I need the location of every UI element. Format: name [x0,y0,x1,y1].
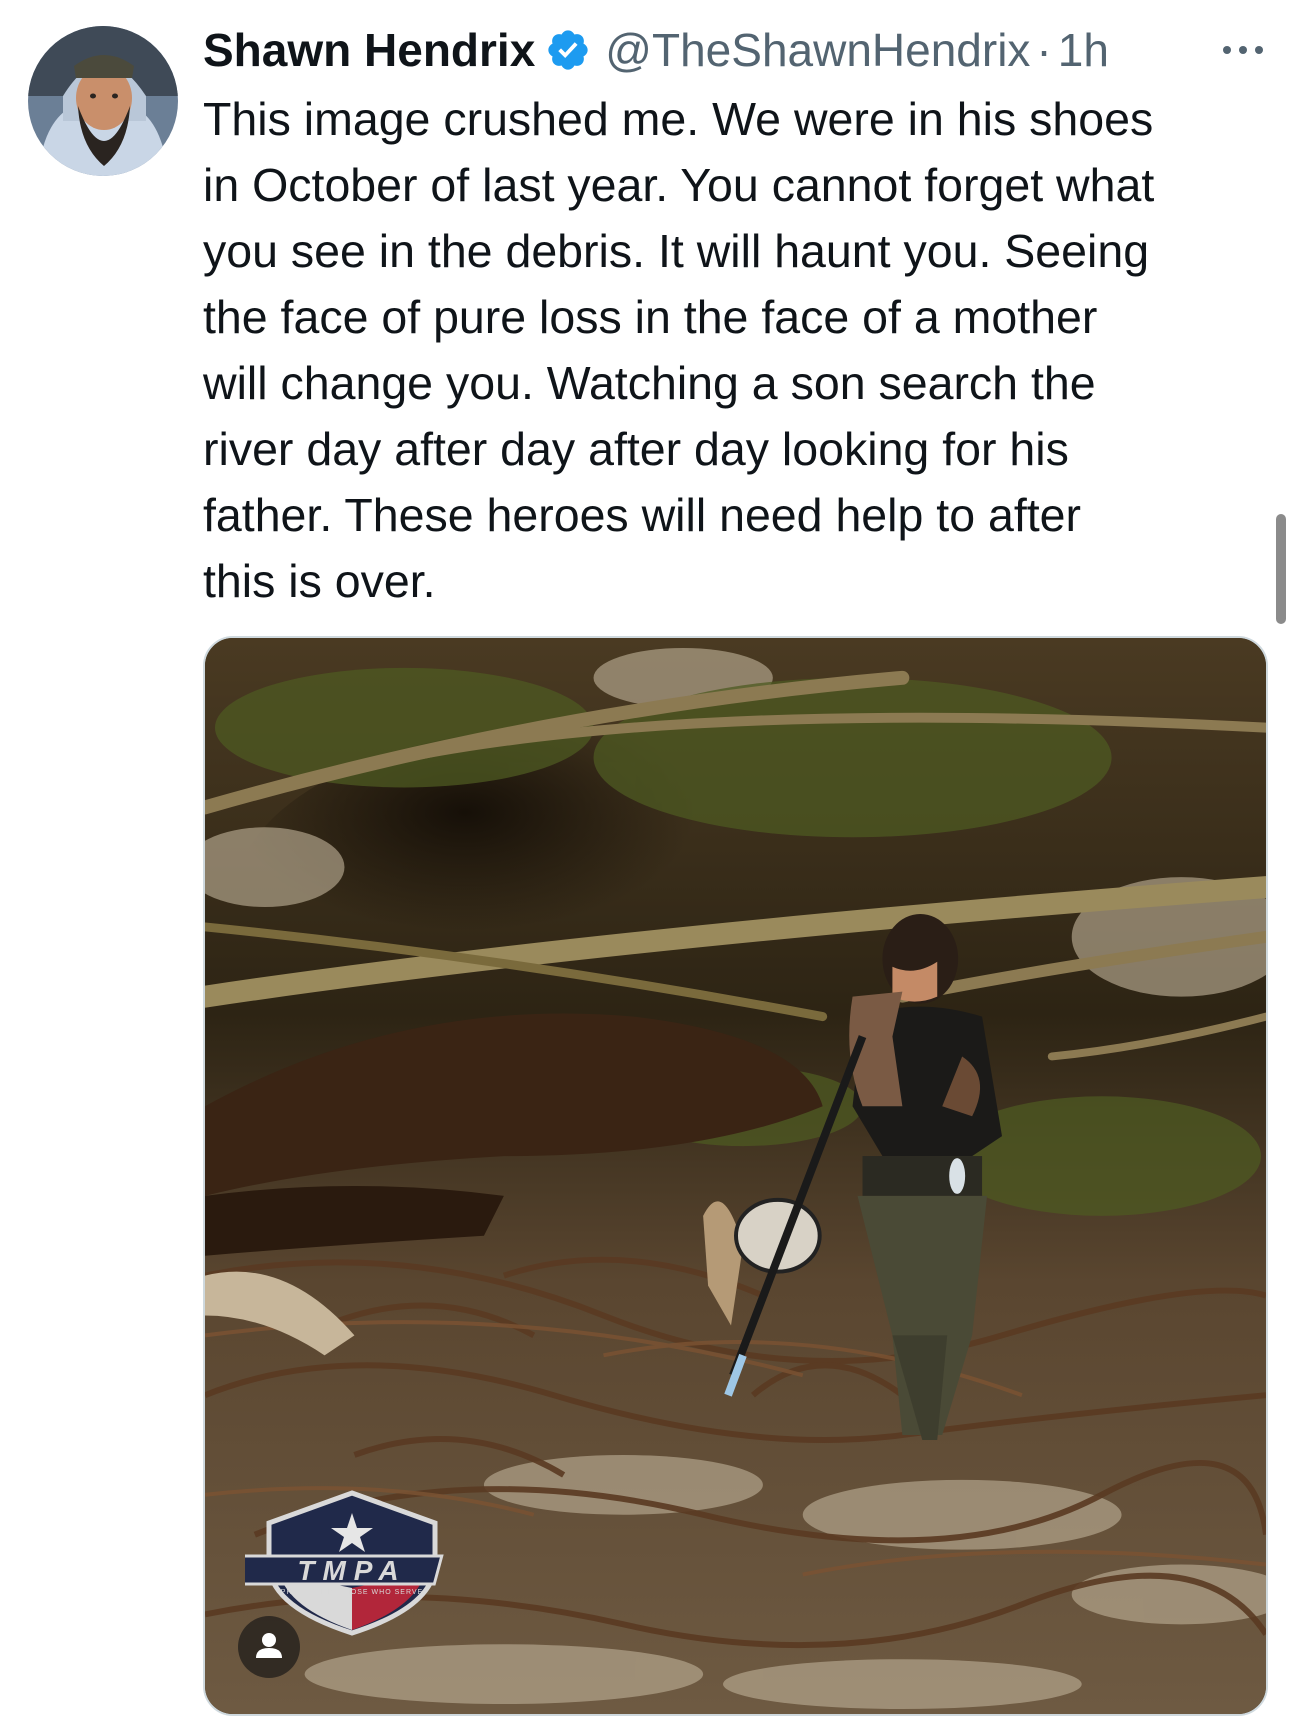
more-options-button[interactable] [1218,36,1268,64]
author-handle[interactable]: @TheShawnHendrix [605,23,1030,77]
tweet[interactable]: Shawn Hendrix @TheShawnHendrix · 1h This… [0,0,1290,1727]
verified-badge-icon[interactable] [545,27,591,73]
tweet-header: Shawn Hendrix @TheShawnHendrix · 1h [203,18,1263,82]
tweet-timestamp[interactable]: 1h [1058,23,1109,77]
scrollbar-thumb[interactable] [1276,514,1286,624]
avatar-photo-icon [28,26,178,176]
header-separator: · [1036,24,1052,76]
tweet-text: This image crushed me. We were in his sh… [203,93,1155,607]
svg-text:TMPA: TMPA [297,1555,406,1586]
user-tag-button[interactable] [238,1616,300,1678]
svg-text:PROTECTING THOSE WHO SERVE: PROTECTING THOSE WHO SERVE [281,1589,423,1596]
person-icon [256,1633,282,1658]
author-display-name[interactable]: Shawn Hendrix [203,23,535,77]
author-avatar[interactable] [28,26,178,176]
more-horizontal-icon [1223,46,1263,54]
tweet-media-photo[interactable]: TMPA PROTECTING THOSE WHO SERVE [203,636,1268,1716]
